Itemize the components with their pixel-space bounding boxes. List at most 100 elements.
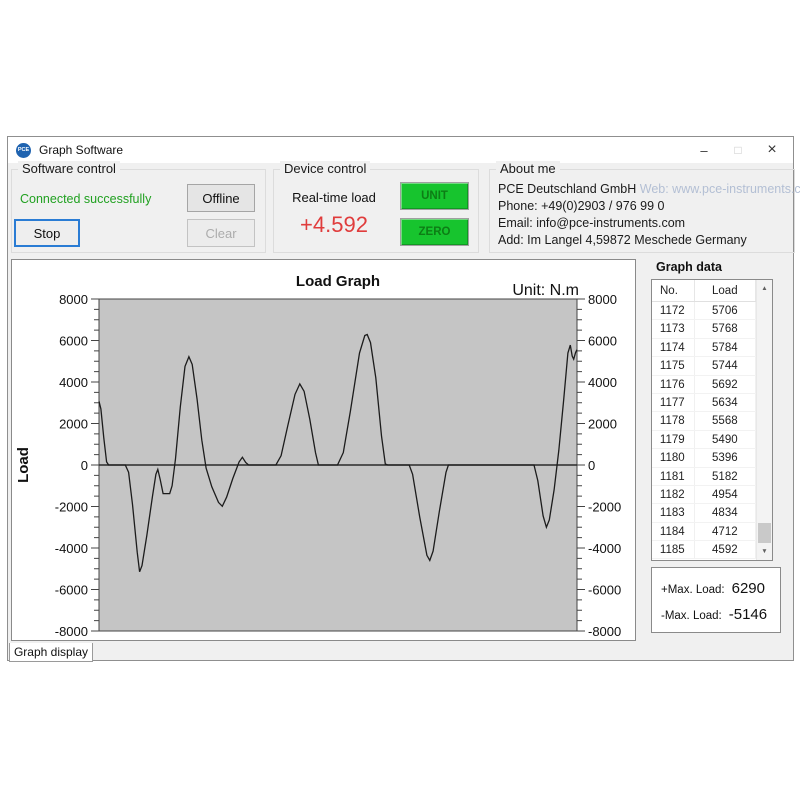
table-row[interactable]: 11755744 (652, 357, 756, 375)
table-row[interactable]: 11805396 (652, 449, 756, 467)
email-line: Email: info@pce-instruments.com (498, 216, 685, 230)
realtime-load-value: +4.592 (280, 212, 388, 238)
y-axis-tick-label: 4000 (59, 375, 88, 390)
cell-load: 5396 (695, 449, 756, 466)
y-axis-label: Load (15, 447, 32, 483)
graph-data-title: Graph data (656, 260, 722, 274)
zero-button[interactable]: ZERO (400, 218, 469, 246)
y-axis-tick-label-right: 2000 (588, 417, 617, 432)
table-row[interactable]: 11775634 (652, 394, 756, 412)
maximize-button[interactable]: □ (721, 137, 755, 163)
unit-button[interactable]: UNIT (400, 182, 469, 210)
cell-load: 4834 (695, 504, 756, 521)
y-axis-tick-label-right: -2000 (588, 500, 621, 515)
connection-status: Connected successfully (20, 192, 151, 206)
y-axis-tick-label: -8000 (55, 624, 88, 639)
clear-button: Clear (187, 219, 255, 247)
about-title: About me (496, 161, 560, 176)
pos-max-label: +Max. Load: (661, 584, 725, 596)
y-axis-tick-label: -2000 (55, 500, 88, 515)
y-axis-tick-label-right: -4000 (588, 541, 621, 556)
close-button[interactable]: × (755, 137, 789, 163)
y-axis-tick-label: -6000 (55, 583, 88, 598)
cell-load: 4592 (695, 541, 756, 558)
cell-no: 1172 (652, 302, 695, 319)
y-axis-tick-label: 6000 (59, 334, 88, 349)
neg-max-value: -5146 (729, 606, 767, 623)
cell-load: 5744 (695, 357, 756, 374)
table-header: No. Load (652, 280, 756, 302)
y-axis-tick-label: 2000 (59, 417, 88, 432)
chart-title: Load Graph (296, 273, 380, 290)
cell-no: 1183 (652, 504, 695, 521)
y-axis-tick-label: -4000 (55, 541, 88, 556)
cell-no: 1184 (652, 523, 695, 540)
titlebar: PCE Graph Software – □ × (8, 137, 793, 163)
neg-max-label: -Max. Load: (661, 610, 722, 622)
web-link[interactable]: Web: www.pce-instruments.com (640, 182, 800, 196)
y-axis-tick-label-right: 8000 (588, 292, 617, 307)
table-row[interactable]: 11824954 (652, 486, 756, 504)
y-axis-tick-label-right: -6000 (588, 583, 621, 598)
table-row[interactable]: 11815182 (652, 468, 756, 486)
realtime-load-label: Real-time load (280, 190, 388, 205)
address-line: Add: Im Langel 4,59872 Meschede Germany (498, 233, 747, 247)
table-row[interactable]: 11785568 (652, 412, 756, 430)
pos-max-value: 6290 (732, 580, 765, 597)
app-window: PCE Graph Software – □ × Software contro… (7, 136, 794, 661)
cell-no: 1178 (652, 412, 695, 429)
cell-load: 5634 (695, 394, 756, 411)
device-control-title: Device control (280, 161, 370, 176)
cell-load: 5692 (695, 376, 756, 393)
y-axis-tick-label-right: 6000 (588, 334, 617, 349)
software-control-group: Software control Connected successfully … (11, 169, 266, 253)
max-load-box: +Max. Load: 6290 -Max. Load: -5146 (651, 567, 781, 633)
scroll-down-icon[interactable]: ▼ (757, 544, 772, 559)
cell-load: 5568 (695, 412, 756, 429)
cell-no: 1185 (652, 541, 695, 558)
phone-line: Phone: +49(0)2903 / 976 99 0 (498, 199, 664, 213)
cell-no: 1181 (652, 468, 695, 485)
graph-data-table: No. Load 1172570611735768117457841175574… (651, 279, 773, 561)
table-scrollbar[interactable]: ▲ ▼ (756, 280, 772, 560)
tab-graph-display[interactable]: Graph display (9, 643, 93, 662)
y-axis-tick-label-right: -8000 (588, 624, 621, 639)
device-control-group: Device control Real-time load +4.592 UNI… (273, 169, 479, 253)
table-row[interactable]: 11735768 (652, 320, 756, 338)
offline-button[interactable]: Offline (187, 184, 255, 212)
table-row[interactable]: 11795490 (652, 431, 756, 449)
cell-no: 1180 (652, 449, 695, 466)
cell-no: 1177 (652, 394, 695, 411)
cell-no: 1174 (652, 339, 695, 356)
scroll-up-icon[interactable]: ▲ (757, 281, 772, 296)
load-graph-panel: -8000 -8000 -6000 -6000 -4000 -4000 -2000 -2000… (11, 259, 636, 641)
cell-no: 1175 (652, 357, 695, 374)
about-group: About me PCE Deutschland GmbH Web: www.p… (489, 169, 795, 253)
stop-button[interactable]: Stop (14, 219, 80, 247)
window-title: Graph Software (39, 143, 123, 157)
company-name: PCE Deutschland GmbH (498, 182, 636, 196)
unit-label: Unit: N.m (512, 282, 579, 299)
app-logo-icon: PCE (16, 143, 31, 158)
table-row[interactable]: 11844712 (652, 523, 756, 541)
cell-no: 1176 (652, 376, 695, 393)
load-chart-svg: -8000 -8000 -6000 -6000 -4000 -4000 -2000 -2000… (12, 260, 635, 640)
cell-no: 1173 (652, 320, 695, 337)
y-axis-tick-label-right: 0 (588, 458, 595, 473)
table-row[interactable]: 11834834 (652, 504, 756, 522)
cell-load: 5182 (695, 468, 756, 485)
cell-load: 5706 (695, 302, 756, 319)
minimize-button[interactable]: – (687, 137, 721, 163)
graph-table-body: 1172570611735768117457841175574411765692… (652, 302, 756, 559)
table-row[interactable]: 11854592 (652, 541, 756, 559)
software-control-title: Software control (18, 161, 120, 176)
table-row[interactable]: 11725706 (652, 302, 756, 320)
y-axis-tick-label: 8000 (59, 292, 88, 307)
cell-load: 5490 (695, 431, 756, 448)
cell-load: 4954 (695, 486, 756, 503)
scrollbar-thumb[interactable] (758, 523, 771, 543)
cell-load: 5768 (695, 320, 756, 337)
cell-load: 4712 (695, 523, 756, 540)
table-row[interactable]: 11765692 (652, 376, 756, 394)
table-row[interactable]: 11745784 (652, 339, 756, 357)
